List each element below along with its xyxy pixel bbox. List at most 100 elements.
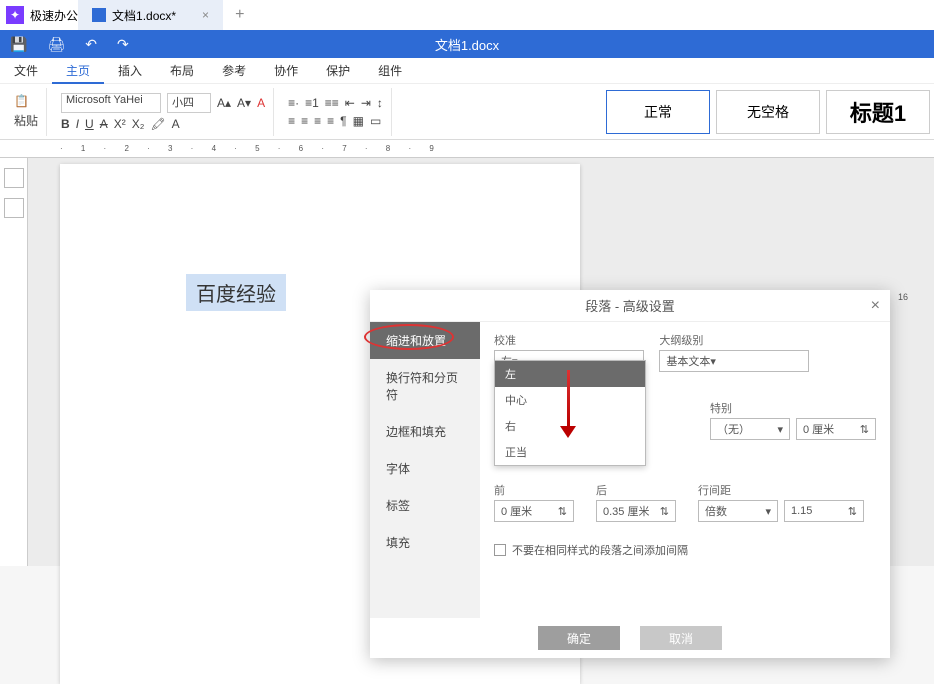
side-tabs[interactable]: 标签 [370,487,480,524]
dialog-header: 段落 - 高级设置 × [370,290,890,322]
special-select[interactable]: （无）▾ [710,418,790,440]
spinner-icon: ⇅ [860,423,869,436]
checkbox-icon [494,544,506,556]
grow-font-icon[interactable]: A▴ [217,96,231,110]
ok-button[interactable]: 确定 [538,626,620,650]
no-space-checkbox[interactable]: 不要在相同样式的段落之间添加间隔 [494,542,876,558]
side-font[interactable]: 字体 [370,450,480,487]
save-icon[interactable]: 💾 [10,36,27,53]
linespacing-icon[interactable]: ↕ [377,96,383,110]
style-heading1[interactable]: 标题1 [826,90,930,134]
annotation-arrow [560,370,576,438]
styles-gallery: 正常 无空格 标题1 [606,90,930,134]
sidebar-button-1[interactable] [4,168,24,188]
menu-layout[interactable]: 布局 [156,58,208,84]
underline-button[interactable]: U [85,117,94,131]
highlight-icon[interactable]: 🖍 [150,117,165,131]
font-color-icon[interactable]: A [257,96,265,110]
chevron-down-icon: ▾ [765,505,771,518]
special-value-input[interactable]: 0 厘米⇅ [796,418,876,440]
clear-format-icon[interactable]: A [172,117,180,131]
app-icon: ✦ [6,6,24,24]
side-borders[interactable]: 边框和填充 [370,413,480,450]
new-tab-button[interactable]: + [235,6,244,24]
chevron-down-icon: ▾ [777,423,783,436]
left-sidebar [0,158,28,566]
chevron-down-icon: ▾ [710,355,716,368]
app-name: 极速办公 [30,7,78,24]
dialog-sidebar: 缩进和放置 换行符和分页符 边框和填充 字体 标签 填充 [370,322,480,618]
close-tab-icon[interactable]: × [202,8,209,22]
align-center-icon[interactable]: ≡ [301,114,308,128]
superscript-button[interactable]: X² [114,117,126,131]
dialog-title: 段落 - 高级设置 [585,296,675,315]
justify-icon[interactable]: ≡ [327,114,334,128]
menu-bar: 文件 主页 插入 布局 参考 协作 保护 组件 [0,58,934,84]
subscript-button[interactable]: X₂ [132,117,145,131]
linespacing-input[interactable]: 1.15⇅ [784,500,864,522]
multilevel-icon[interactable]: ≡≡ [325,96,339,110]
size-select[interactable]: 小四 [167,93,211,113]
before-label: 前 [494,482,574,498]
menu-collab[interactable]: 协作 [260,58,312,84]
font-select[interactable]: Microsoft YaHei [61,93,161,113]
menu-home[interactable]: 主页 [52,58,104,84]
align-label: 校准 [494,332,644,348]
print-icon[interactable]: 🖨 [47,36,65,53]
cancel-button[interactable]: 取消 [640,626,722,650]
after-input[interactable]: 0.35 厘米⇅ [596,500,676,522]
document-title: 文档1.docx [435,35,499,54]
outline-label: 大纲级别 [659,332,809,348]
ruler-right-num: 16 [898,292,908,302]
menu-protect[interactable]: 保护 [312,58,364,84]
menu-insert[interactable]: 插入 [104,58,156,84]
indent-icon[interactable]: ⇥ [361,96,371,110]
numbering-icon[interactable]: ≡1 [305,96,319,110]
side-indent-label: 缩进和放置 [386,334,446,348]
align-right-icon[interactable]: ≡ [314,114,321,128]
ribbon: 📋 粘贴 Microsoft YaHei 小四 A▴ A▾ A B I U A … [0,84,934,140]
menu-components[interactable]: 组件 [364,58,416,84]
align-left-icon[interactable]: ≡ [288,114,295,128]
selected-text[interactable]: 百度经验 [186,274,286,311]
side-breaks[interactable]: 换行符和分页符 [370,359,480,413]
side-fill[interactable]: 填充 [370,524,480,561]
linespacing-select[interactable]: 倍数▾ [698,500,778,522]
dialog-close-icon[interactable]: × [871,297,880,315]
document-tab[interactable]: 文档1.docx* × [78,0,223,30]
bold-button[interactable]: B [61,117,70,131]
spinner-icon: ⇅ [848,505,857,518]
paste-label: 粘贴 [14,112,38,129]
spinner-icon: ⇅ [558,505,567,518]
strike-button[interactable]: A [100,117,108,131]
option-justify[interactable]: 正当 [495,439,645,465]
dialog-main: 校准 左▾ 大纲级别 基本文本▾ 左 中心 右 正当 特别 [480,322,890,618]
menu-file[interactable]: 文件 [0,58,52,84]
paragraph-dialog: 段落 - 高级设置 × 缩进和放置 换行符和分页符 边框和填充 字体 标签 填充… [370,290,890,658]
bullets-icon[interactable]: ≡· [288,96,299,110]
linespacing-label: 行间距 [698,482,864,498]
title-bar: ✦ 极速办公 文档1.docx* × + [0,0,934,30]
horizontal-ruler[interactable]: · 1 · 2 · 3 · 4 · 5 · 6 · 7 · 8 · 9 [0,140,934,158]
outdent-icon[interactable]: ⇤ [345,96,355,110]
sidebar-button-2[interactable] [4,198,24,218]
borders-icon[interactable]: ▭ [370,114,381,128]
menu-reference[interactable]: 参考 [208,58,260,84]
redo-icon[interactable]: ↷ [117,36,129,53]
special-label: 特别 [710,400,876,416]
para-mark-icon[interactable]: ¶ [340,114,346,128]
side-indent[interactable]: 缩进和放置 [370,322,480,359]
style-nospace[interactable]: 无空格 [716,90,820,134]
before-input[interactable]: 0 厘米⇅ [494,500,574,522]
italic-button[interactable]: I [76,117,79,131]
spinner-icon: ⇅ [660,505,669,518]
shading-icon[interactable]: ▦ [353,114,364,128]
undo-icon[interactable]: ↶ [85,36,97,53]
paste-icon[interactable]: 📋 [14,94,29,108]
shrink-font-icon[interactable]: A▾ [237,96,251,110]
outline-select[interactable]: 基本文本▾ [659,350,809,372]
doc-icon [92,8,106,22]
work-area: · 1 · 2 · 3 · 4 · 5 · 6 · 7 · 8 · 9 16 百… [0,140,934,566]
quick-toolbar: 💾 🖨 ↶ ↷ 文档1.docx [0,30,934,58]
style-normal[interactable]: 正常 [606,90,710,134]
